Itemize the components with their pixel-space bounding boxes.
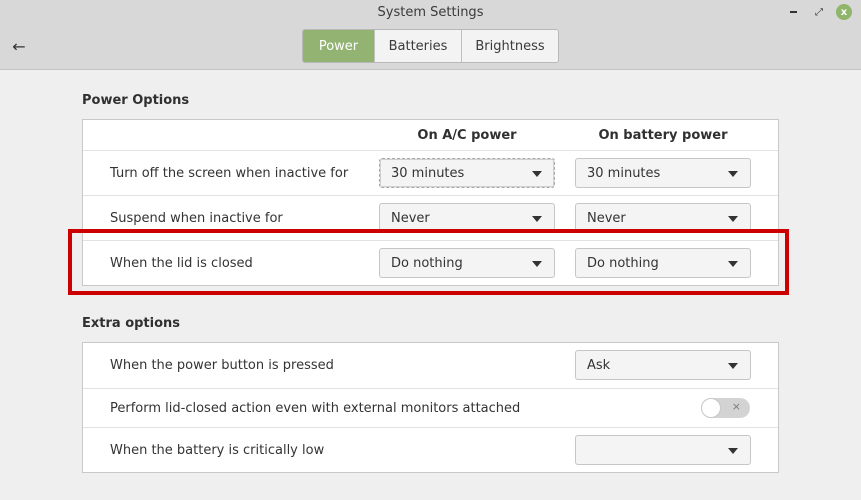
lid-closed-ac-combo[interactable]: Do nothing (379, 248, 555, 278)
back-button[interactable]: ← (8, 36, 30, 56)
combo-value: Never (587, 210, 626, 226)
tab-power[interactable]: Power (303, 30, 374, 62)
dropdown-arrow-icon (728, 261, 738, 267)
dropdown-arrow-icon (728, 363, 738, 369)
minimize-icon (789, 11, 797, 13)
column-header-row: On A/C power On battery power (83, 120, 778, 150)
dropdown-arrow-icon (728, 171, 738, 177)
combo-value: Never (391, 210, 430, 226)
critical-battery-combo[interactable] (575, 435, 751, 465)
extra-options-heading: Extra options (82, 316, 181, 331)
column-header-battery: On battery power (598, 127, 728, 143)
row-lid-external-monitors: Perform lid-closed action even with exte… (83, 388, 778, 427)
tab-brightness[interactable]: Brightness (461, 30, 558, 62)
extra-options-panel: When the power button is pressed Ask Per… (82, 342, 779, 473)
combo-value: Ask (587, 357, 611, 373)
row-label: When the lid is closed (110, 255, 253, 271)
combo-value: 30 minutes (587, 165, 661, 181)
titlebar: System Settings ⤢ x ← Power Batteries Br… (0, 0, 861, 70)
row-suspend: Suspend when inactive for Never Never (83, 195, 778, 240)
back-arrow-icon: ← (12, 36, 26, 56)
tab-bar: Power Batteries Brightness (302, 29, 559, 63)
dropdown-arrow-icon (532, 171, 542, 177)
row-screen-off: Turn off the screen when inactive for 30… (83, 150, 778, 195)
dropdown-arrow-icon (728, 448, 738, 454)
dropdown-arrow-icon (532, 216, 542, 222)
maximize-icon: ⤢ (815, 6, 823, 18)
power-options-panel: On A/C power On battery power Turn off t… (82, 119, 779, 286)
row-power-button: When the power button is pressed Ask (83, 343, 778, 388)
combo-value: 30 minutes (391, 165, 465, 181)
combo-value: Do nothing (391, 255, 463, 271)
switch-knob (701, 398, 721, 418)
power-button-combo[interactable]: Ask (575, 350, 751, 380)
row-label: When the power button is pressed (110, 358, 334, 373)
close-icon: x (840, 6, 848, 18)
switch-off-icon: × (731, 400, 741, 413)
lid-closed-battery-combo[interactable]: Do nothing (575, 248, 751, 278)
dropdown-arrow-icon (728, 216, 738, 222)
row-lid-closed: When the lid is closed Do nothing Do not… (83, 240, 778, 285)
suspend-battery-combo[interactable]: Never (575, 203, 751, 233)
screen-off-battery-combo[interactable]: 30 minutes (575, 158, 751, 188)
row-label: Suspend when inactive for (110, 210, 283, 226)
lid-external-monitors-switch[interactable]: × (701, 398, 750, 418)
combo-value: Do nothing (587, 255, 659, 271)
minimize-button[interactable] (785, 4, 801, 20)
column-header-ac: On A/C power (417, 127, 517, 143)
row-critical-battery: When the battery is critically low (83, 427, 778, 472)
dropdown-arrow-icon (532, 261, 542, 267)
close-button[interactable]: x (836, 4, 852, 20)
window-title: System Settings (377, 5, 484, 20)
row-label: Perform lid-closed action even with exte… (110, 400, 521, 416)
power-options-heading: Power Options (82, 93, 190, 108)
row-label: When the battery is critically low (110, 442, 325, 458)
suspend-ac-combo[interactable]: Never (379, 203, 555, 233)
screen-off-ac-combo[interactable]: 30 minutes (379, 158, 555, 188)
tab-batteries[interactable]: Batteries (374, 30, 461, 62)
row-label: Turn off the screen when inactive for (110, 165, 349, 181)
maximize-button[interactable]: ⤢ (811, 4, 827, 20)
